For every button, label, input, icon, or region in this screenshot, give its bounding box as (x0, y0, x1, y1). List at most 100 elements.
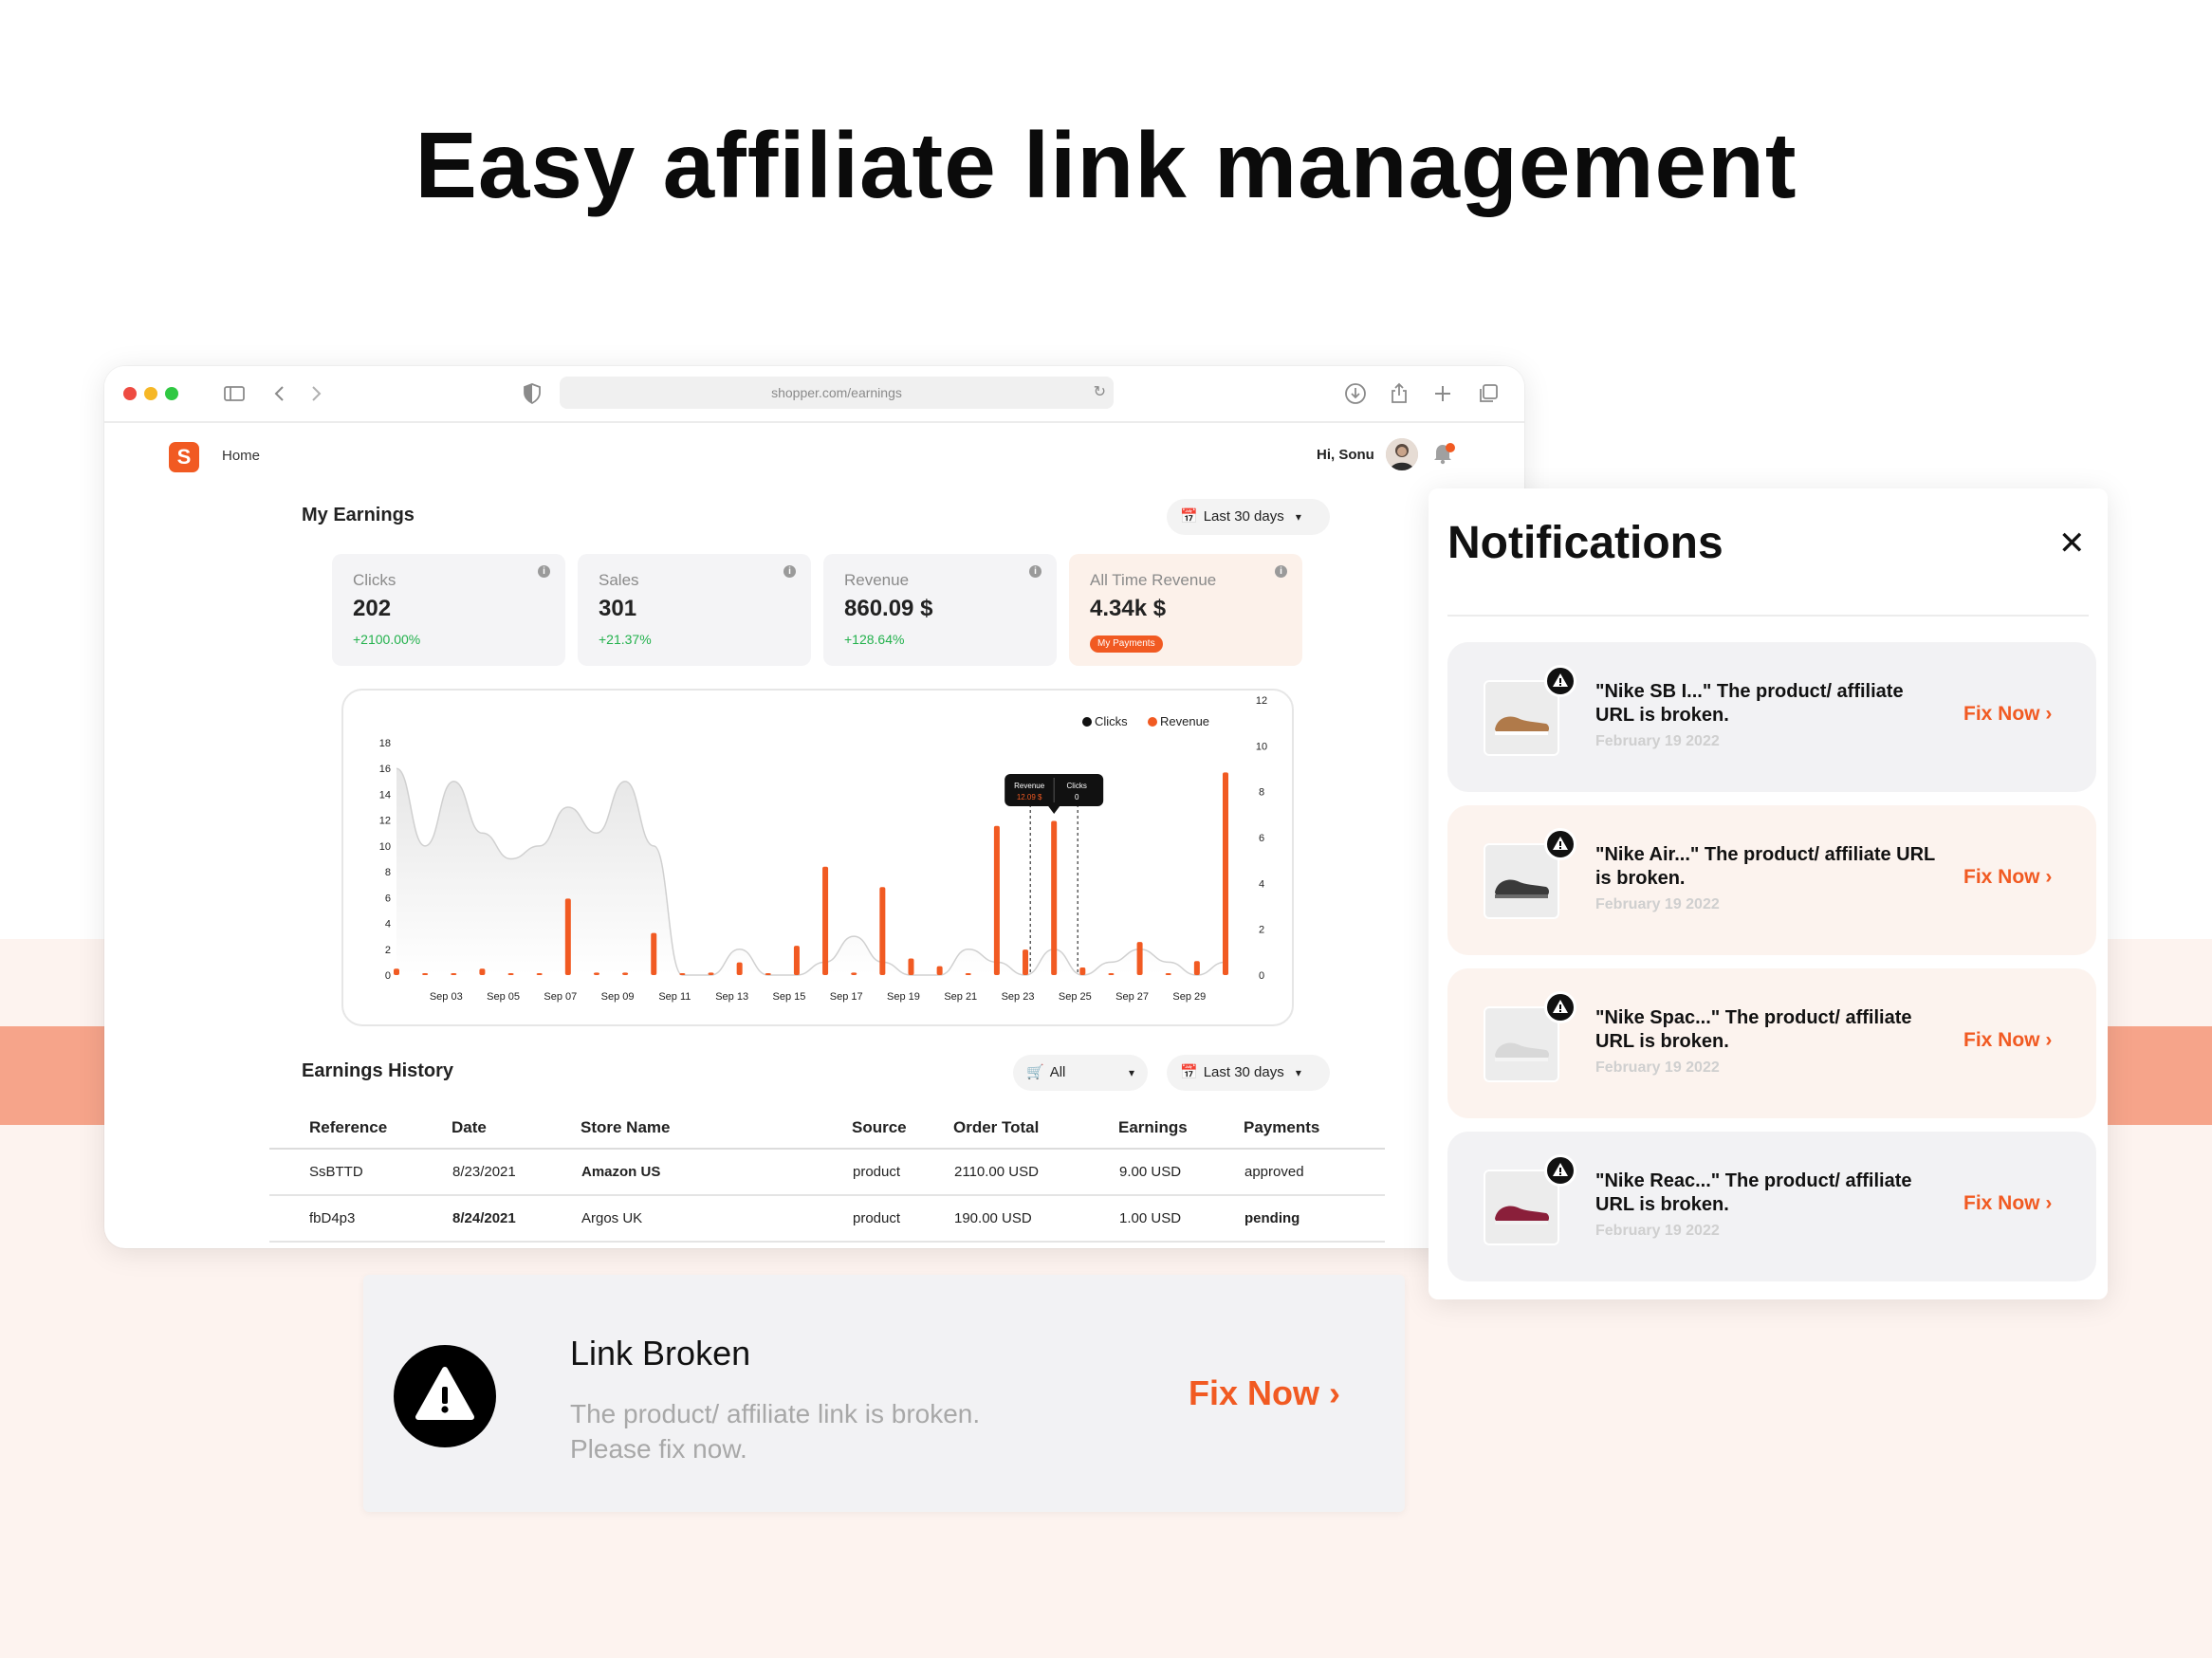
new-tab-icon[interactable] (1429, 379, 1457, 408)
revenue-bar (507, 973, 514, 975)
download-icon[interactable] (1341, 379, 1370, 408)
info-icon[interactable]: i (783, 565, 796, 578)
back-icon[interactable] (266, 379, 294, 408)
x-axis-tick: Sep 27 (1115, 991, 1149, 1003)
fix-now-link[interactable]: Fix Now › (1963, 866, 2052, 889)
stat-delta: +2100.00% (353, 632, 421, 647)
revenue-bar (622, 972, 629, 975)
nav-home-link[interactable]: Home (222, 448, 260, 464)
notification-date: February 19 2022 (1595, 1059, 1720, 1076)
column-header: Source (852, 1108, 953, 1150)
notification-item[interactable]: "Nike Spac..." The product/ affiliate UR… (1447, 968, 2096, 1118)
notification-item[interactable]: "Nike SB I..." The product/ affiliate UR… (1447, 642, 2096, 792)
notification-text: "Nike SB I..." The product/ affiliate UR… (1595, 681, 1904, 726)
revenue-bar (851, 972, 857, 975)
warning-icon (1544, 1154, 1576, 1187)
avatar[interactable] (1386, 438, 1418, 470)
revenue-bar (1193, 961, 1200, 975)
right-axis-tick: 4 (1259, 878, 1264, 890)
history-date-range-select[interactable]: 📅 Last 30 days ▾ (1167, 1055, 1330, 1091)
stat-card-clicks: Clicks 202 +2100.00% i (332, 554, 565, 666)
close-icon[interactable]: ✕ (2058, 525, 2086, 562)
stat-value: 4.34k $ (1090, 596, 1167, 621)
info-icon[interactable]: i (1275, 565, 1287, 578)
right-axis-tick: 0 (1259, 970, 1264, 982)
notification-item[interactable]: "Nike Reac..." The product/ affiliate UR… (1447, 1132, 2096, 1281)
app-logo[interactable]: S (169, 442, 199, 472)
fix-now-label: Fix Now (1963, 703, 2040, 725)
x-axis-tick: Sep 05 (487, 991, 520, 1003)
fix-now-link[interactable]: Fix Now › (1963, 703, 2052, 726)
left-axis-tick: 4 (385, 919, 391, 930)
earnings-history-table: Reference Date Store Name Source Order T… (269, 1108, 1385, 1243)
my-payments-button[interactable]: My Payments (1090, 636, 1163, 653)
tooltip-clicks-label: Clicks (1067, 782, 1087, 790)
sidebar-toggle-icon[interactable] (220, 379, 249, 408)
tab-overview-icon[interactable] (1474, 379, 1502, 408)
tooltip-revenue-label: Revenue (1014, 782, 1045, 790)
earnings-date-range-select[interactable]: 📅 Last 30 days ▾ (1167, 499, 1330, 535)
cell-store: Argos UK (581, 1195, 852, 1243)
table-row[interactable]: SsBTTD 8/23/2021 Amazon US product 2110.… (269, 1149, 1385, 1196)
close-window-button[interactable] (123, 387, 137, 400)
chevron-down-icon: ▾ (1128, 1066, 1134, 1079)
stat-label: Clicks (353, 571, 396, 589)
revenue-bar (536, 973, 543, 975)
toast-title: Link Broken (570, 1334, 751, 1372)
cell-date: 8/24/2021 (452, 1195, 581, 1243)
hero-title: Easy affiliate link management (415, 113, 1797, 217)
revenue-bar (1136, 942, 1143, 975)
revenue-bar (936, 966, 943, 975)
shield-icon[interactable] (518, 379, 546, 408)
forward-icon[interactable] (302, 379, 330, 408)
cell-earnings: 1.00 USD (1118, 1195, 1244, 1243)
share-icon[interactable] (1385, 379, 1413, 408)
toast-message-line: Please fix now. (570, 1434, 747, 1464)
stat-delta: +128.64% (844, 632, 905, 647)
divider (1447, 615, 2089, 617)
info-icon[interactable]: i (1029, 565, 1041, 578)
x-axis-tick: Sep 21 (944, 991, 977, 1003)
legend-revenue-label: Revenue (1160, 714, 1209, 728)
revenue-bar (679, 973, 686, 975)
source-filter-select[interactable]: 🛒 All ▾ (1013, 1055, 1148, 1091)
right-axis-tick: 2 (1259, 925, 1264, 936)
stat-card-sales: Sales 301 +21.37% i (578, 554, 811, 666)
legend-clicks-label: Clicks (1095, 714, 1128, 728)
revenue-bar (1223, 772, 1228, 975)
x-axis-tick: Sep 29 (1172, 991, 1206, 1003)
reload-icon[interactable]: ↻ (1094, 377, 1106, 409)
notification-item[interactable]: "Nike Air..." The product/ affiliate URL… (1447, 805, 2096, 955)
x-axis-tick: Sep 09 (601, 991, 635, 1003)
fix-now-button[interactable]: Fix Now › (1189, 1373, 1340, 1413)
maximize-window-button[interactable] (165, 387, 178, 400)
info-icon[interactable]: i (538, 565, 550, 578)
tooltip-clicks-value: 0 (1075, 793, 1079, 801)
address-bar[interactable]: shopper.com/earnings ↻ (560, 377, 1114, 409)
fix-now-link[interactable]: Fix Now › (1963, 1192, 2052, 1215)
tooltip-revenue-value: 12.09 $ (1017, 793, 1042, 801)
left-axis-tick: 16 (379, 764, 391, 775)
revenue-bar (879, 887, 886, 975)
revenue-bar (1079, 967, 1086, 975)
revenue-bar (793, 946, 800, 975)
toast-message: The product/ affiliate link is broken. P… (570, 1396, 1063, 1466)
chevron-right-icon: › (1329, 1373, 1341, 1412)
fix-now-label: Fix Now (1963, 866, 2040, 888)
x-axis-tick: Sep 07 (544, 991, 577, 1003)
cell-earnings: 9.00 USD (1118, 1149, 1244, 1196)
stat-label: Sales (599, 571, 639, 589)
x-axis-tick: Sep 03 (430, 991, 463, 1003)
table-row[interactable]: fbD4p3 8/24/2021 Argos UK product 190.00… (269, 1195, 1385, 1243)
fix-now-label: Fix Now (1189, 1373, 1320, 1412)
minimize-window-button[interactable] (144, 387, 157, 400)
x-axis-tick: Sep 25 (1059, 991, 1092, 1003)
stat-card-revenue: Revenue 860.09 $ +128.64% i (823, 554, 1057, 666)
fix-now-link[interactable]: Fix Now › (1963, 1029, 2052, 1052)
warning-icon (394, 1345, 496, 1447)
left-axis-tick: 12 (379, 816, 391, 827)
column-header: Order Total (953, 1108, 1118, 1150)
notifications-panel: Notifications ✕ "Nike SB I..." The produ… (1429, 488, 2108, 1299)
chevron-right-icon: › (2045, 1029, 2053, 1051)
earnings-chart-svg: 0 2 4 6 8 10 12 14 16 18 0 2 4 6 8 10 12 Sep 03 Sep 05 Sep … (379, 695, 1267, 1003)
